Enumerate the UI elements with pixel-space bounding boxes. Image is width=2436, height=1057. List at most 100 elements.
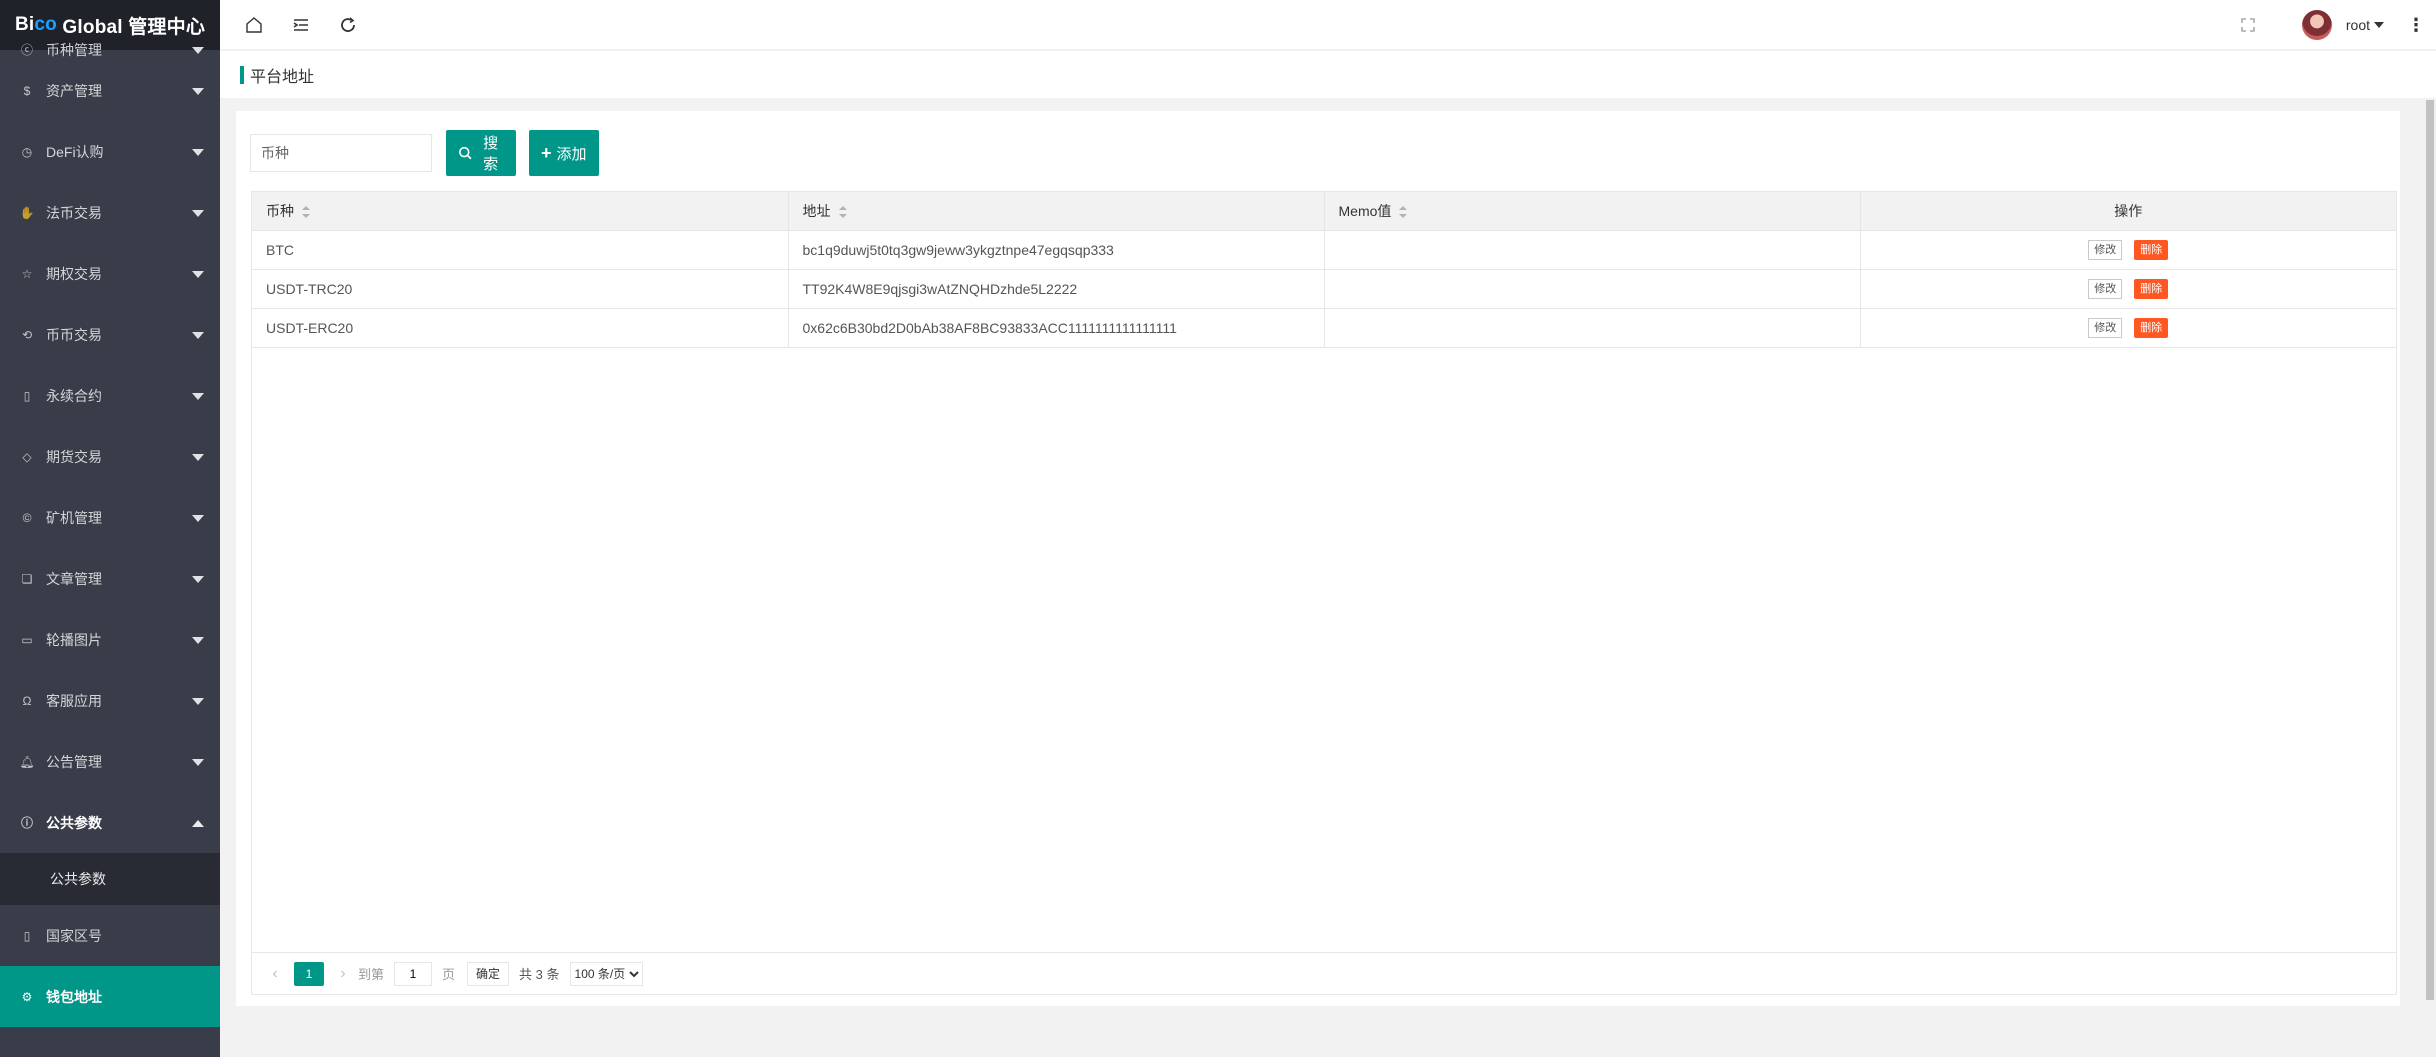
sidebar-item-miners[interactable]: © 矿机管理	[0, 487, 220, 548]
cell-actions: 修改 删除	[1860, 269, 2396, 309]
info-icon: ⓘ	[20, 816, 33, 830]
scrollbar-thumb[interactable]	[2426, 100, 2434, 1000]
hand-icon: ✋	[19, 205, 35, 220]
cell-coin: USDT-ERC20	[252, 308, 789, 348]
delete-button[interactable]: 删除	[2134, 239, 2169, 260]
sidebar-item-spot[interactable]: ⟲ 币币交易	[0, 304, 220, 365]
current-page[interactable]: 1	[294, 961, 324, 986]
edit-button[interactable]: 修改	[2088, 239, 2123, 260]
sidebar-item-country-codes[interactable]: ▯ 国家区号	[0, 905, 220, 966]
plus-icon: +	[541, 142, 552, 163]
address-table-container: 币种 地址 Memo值 操作 BTC bc1q9duwj5t0tq3gw9jew…	[251, 191, 2397, 995]
page-size-select[interactable]: 100 条/页	[569, 961, 643, 986]
table-row: USDT-ERC20 0x62c6B30bd2D0bAb38AF8BC93833…	[252, 308, 2396, 348]
bell-icon: 🔔︎	[19, 754, 35, 769]
delete-button[interactable]: 删除	[2134, 317, 2169, 338]
sidebar-item-defi[interactable]: ◷ DeFi认购	[0, 121, 220, 182]
chevron-down-icon	[192, 209, 204, 217]
collapse-menu-button[interactable]	[289, 13, 313, 37]
sidebar-submenu: 公共参数	[0, 853, 220, 905]
cycle-icon: ⟲	[21, 327, 33, 342]
top-header: root ⋮	[220, 0, 2436, 50]
sort-icon[interactable]	[1399, 206, 1408, 219]
cell-memo	[1324, 308, 1861, 348]
content-scrollbar[interactable]	[2424, 98, 2436, 1002]
chevron-down-icon	[192, 392, 204, 400]
home-button[interactable]	[242, 13, 266, 37]
prev-page-icon[interactable]: ‹	[266, 965, 284, 983]
book-icon: ❏	[21, 571, 33, 586]
chevron-down-icon	[192, 46, 204, 54]
sidebar-item-futures[interactable]: ◇ 期货交易	[0, 426, 220, 487]
cell-coin: BTC	[252, 230, 789, 270]
caret-down-icon[interactable]	[2374, 22, 2384, 28]
cell-memo	[1324, 230, 1861, 270]
headset-icon: Ω	[22, 693, 32, 708]
goto-confirm-button[interactable]: 确定	[467, 961, 510, 986]
column-header-label: 操作	[2114, 202, 2143, 219]
sidebar-item-fiat[interactable]: ✋ 法币交易	[0, 182, 220, 243]
column-header-coin[interactable]: 币种	[252, 192, 789, 231]
sidebar-item-label: 公告管理	[46, 753, 102, 770]
page-unit-label: 页	[442, 967, 456, 982]
sort-icon[interactable]	[302, 206, 310, 219]
logo-prefix: Bi	[14, 14, 35, 35]
fullscreen-icon	[2241, 18, 2255, 32]
add-button[interactable]: + 添加	[529, 130, 599, 176]
edit-button[interactable]: 修改	[2088, 278, 2123, 299]
sidebar: Bi co Global 管理中心 ⓒ 币种管理 $ 资产管理 ◷ DeFi认购 …	[0, 0, 220, 1057]
sidebar-item-options[interactable]: ☆ 期权交易	[0, 243, 220, 304]
delete-button[interactable]: 删除	[2134, 278, 2169, 299]
sidebar-item-carousel[interactable]: ▭ 轮播图片	[0, 609, 220, 670]
search-icon	[458, 146, 472, 160]
column-header-label: Memo值	[1338, 202, 1392, 219]
sidebar-subitem-label: 公共参数	[50, 871, 106, 887]
chevron-down-icon	[192, 453, 204, 461]
search-toolbar: 搜索 + 添加	[250, 130, 599, 176]
sidebar-item-label: 文章管理	[46, 570, 102, 587]
refresh-icon	[341, 17, 355, 32]
fullscreen-button[interactable]	[2236, 13, 2260, 37]
next-page-icon[interactable]: ›	[334, 965, 352, 983]
edit-button[interactable]: 修改	[2088, 317, 2123, 338]
chevron-up-icon	[192, 819, 204, 827]
sidebar-item-perpetual[interactable]: ▯ 永续合约	[0, 365, 220, 426]
phone-icon: ▯	[23, 928, 31, 943]
cell-address: 0x62c6B30bd2D0bAb38AF8BC93833ACC11111111…	[788, 308, 1325, 348]
sidebar-item-announcements[interactable]: 🔔︎ 公告管理	[0, 731, 220, 792]
sidebar-item-support[interactable]: Ω 客服应用	[0, 670, 220, 731]
sidebar-item-public-params[interactable]: ⓘ 公共参数	[0, 792, 220, 853]
sidebar-item-label: 法币交易	[46, 204, 102, 221]
cell-memo	[1324, 269, 1861, 309]
more-vertical-icon[interactable]: ⋮	[2406, 15, 2426, 36]
sidebar-item-label: 期货交易	[46, 448, 102, 465]
table-header-row: 币种 地址 Memo值 操作	[252, 192, 2396, 231]
column-header-address[interactable]: 地址	[788, 192, 1325, 231]
menu-fold-icon	[293, 19, 308, 31]
logo-suffix: Global 管理中心	[56, 16, 206, 38]
sidebar-item-coin-management[interactable]: ⓒ 币种管理	[0, 39, 220, 60]
table-row: USDT-TRC20 TT92K4W8E9qjsgi3wAtZNQHDzhde5…	[252, 269, 2396, 309]
sidebar-item-articles[interactable]: ❏ 文章管理	[0, 548, 220, 609]
search-input[interactable]	[250, 134, 432, 172]
avatar[interactable]	[2301, 10, 2332, 40]
sidebar-item-label: 币币交易	[46, 326, 102, 343]
cell-address: bc1q9duwj5t0tq3gw9jeww3ykgztnpe47egqsqp3…	[788, 230, 1325, 270]
sidebar-item-label: 资产管理	[46, 82, 102, 99]
sidebar-subitem-public-params[interactable]: 公共参数	[0, 853, 220, 905]
refresh-button[interactable]	[336, 13, 360, 37]
search-button-label: 搜索	[483, 135, 499, 173]
chevron-down-icon	[192, 514, 204, 522]
breadcrumb-marker	[240, 65, 244, 84]
sort-icon[interactable]	[838, 206, 847, 219]
sidebar-item-label: 轮播图片	[46, 631, 102, 648]
pagination: ‹ 1 › 到第 页 确定 共 3 条 100 条/页	[252, 952, 2396, 994]
goto-label: 到第	[358, 967, 385, 982]
sidebar-item-wallet-address[interactable]: ⚙ 钱包地址	[0, 966, 220, 1027]
page-number-input[interactable]	[394, 961, 433, 986]
column-header-label: 地址	[802, 202, 831, 219]
column-header-memo[interactable]: Memo值	[1324, 192, 1861, 231]
sidebar-item-assets[interactable]: $ 资产管理	[0, 60, 220, 121]
user-name[interactable]: root	[2346, 17, 2370, 33]
search-button[interactable]: 搜索	[446, 130, 516, 176]
